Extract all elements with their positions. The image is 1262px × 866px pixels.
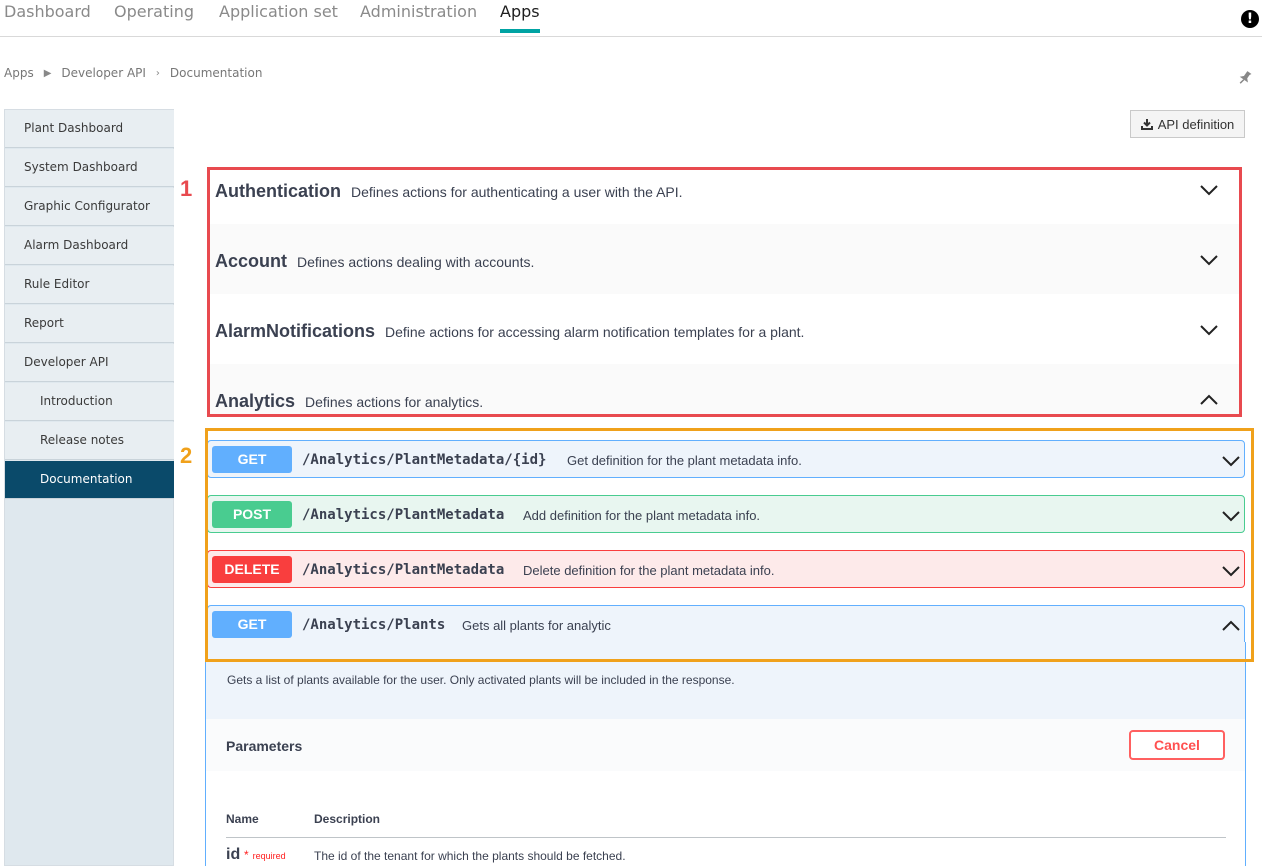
api-definition-button[interactable]: API definition [1130, 110, 1245, 138]
tab-operating[interactable]: Operating [114, 2, 194, 21]
sidebar-item-alarm-dashboard[interactable]: Alarm Dashboard [5, 227, 174, 265]
sidebar-item-documentation[interactable]: Documentation [5, 461, 174, 499]
required-text: required [252, 851, 286, 861]
sidebar-item-graphic-configurator[interactable]: Graphic Configurator [5, 188, 174, 226]
table-divider [226, 837, 1226, 838]
breadcrumb: Apps ▶ Developer API › Documentation [4, 66, 262, 80]
pin-icon[interactable] [1237, 70, 1253, 86]
column-header-name: Name [226, 812, 259, 826]
sidebar-item-report[interactable]: Report [5, 305, 174, 343]
sidebar: Plant Dashboard System Dashboard Graphic… [4, 109, 174, 866]
column-header-description: Description [314, 812, 381, 826]
tab-apps[interactable]: Apps [500, 2, 540, 33]
parameter-required-label: * required [244, 848, 286, 862]
operation-body: Gets a list of plants available for the … [205, 642, 1246, 866]
sidebar-item-developer-api[interactable]: Developer API [5, 344, 174, 382]
required-asterisk: * [244, 848, 249, 862]
breadcrumb-developer-api[interactable]: Developer API [61, 66, 146, 80]
sidebar-item-rule-editor[interactable]: Rule Editor [5, 266, 174, 304]
breadcrumb-apps[interactable]: Apps [4, 66, 34, 80]
parameter-description: The id of the tenant for which the plant… [314, 849, 626, 863]
parameter-name: id [226, 846, 241, 863]
tab-dashboard[interactable]: Dashboard [4, 2, 91, 21]
tab-administration[interactable]: Administration [360, 2, 477, 21]
top-navigation: Dashboard Operating Application set Admi… [0, 0, 1262, 37]
api-definition-label: API definition [1157, 116, 1235, 132]
breadcrumb-separator-icon: ▶ [43, 67, 52, 79]
sidebar-item-system-dashboard[interactable]: System Dashboard [5, 149, 174, 187]
parameters-header: Parameters Cancel [206, 719, 1245, 772]
annotation-number: 1 [180, 176, 193, 201]
sidebar-item-introduction[interactable]: Introduction [5, 383, 174, 421]
annotation-box-2 [205, 428, 1254, 662]
download-icon [1140, 119, 1153, 130]
cancel-button[interactable]: Cancel [1129, 730, 1225, 760]
annotation-number: 2 [180, 443, 193, 468]
breadcrumb-chevron-icon: › [155, 67, 160, 79]
parameters-table: Name Description id * required The id of … [206, 771, 1245, 866]
operation-description: Gets a list of plants available for the … [227, 673, 735, 687]
sidebar-item-release-notes[interactable]: Release notes [5, 422, 174, 460]
tab-application-set[interactable]: Application set [219, 2, 338, 21]
parameters-title: Parameters [226, 738, 303, 754]
alert-icon[interactable]: ! [1241, 10, 1259, 28]
sidebar-item-plant-dashboard[interactable]: Plant Dashboard [5, 110, 174, 148]
breadcrumb-documentation: Documentation [169, 66, 263, 80]
annotation-box-1 [207, 167, 1242, 417]
